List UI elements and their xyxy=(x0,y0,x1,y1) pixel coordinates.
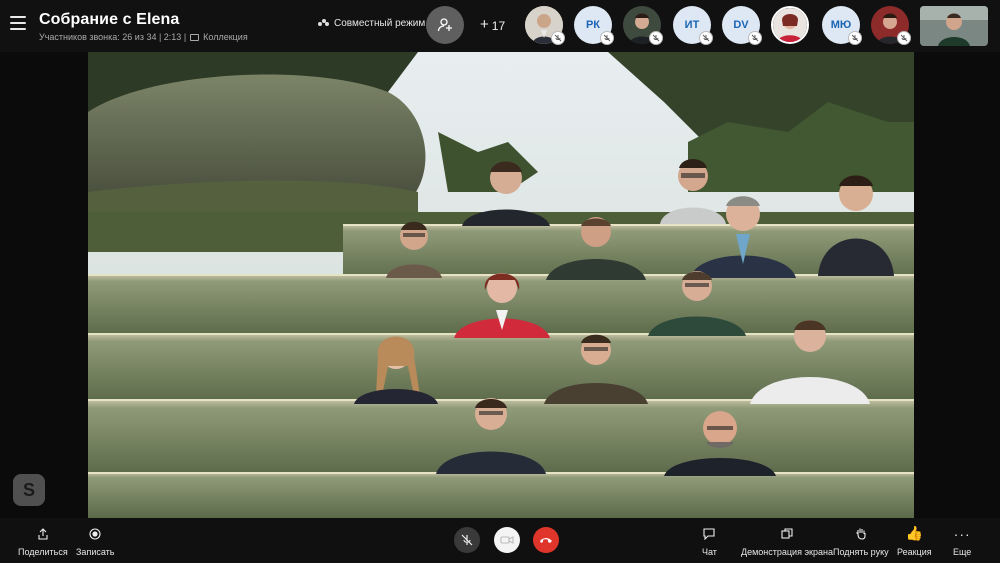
screen-share-button[interactable]: Демонстрация экрана xyxy=(741,526,833,557)
raise-hand-icon xyxy=(855,526,867,541)
camera-button[interactable] xyxy=(494,527,520,553)
mic-off-icon xyxy=(848,31,862,45)
chat-button[interactable]: Чат xyxy=(702,526,717,557)
participant-avatar[interactable]: МЮ xyxy=(822,6,862,45)
more-label: Еще xyxy=(953,547,972,557)
participant-video xyxy=(544,334,648,404)
participant-video xyxy=(750,320,870,404)
mic-off-icon xyxy=(600,31,614,45)
participant-avatar-active[interactable] xyxy=(771,6,809,44)
mic-off-icon xyxy=(699,31,713,45)
participant-avatar[interactable] xyxy=(525,6,565,45)
collection-icon xyxy=(190,33,200,41)
collection-link[interactable]: Коллекция xyxy=(203,32,248,42)
chat-label: Чат xyxy=(702,547,717,557)
camera-icon xyxy=(500,536,514,544)
more-icon: ··· xyxy=(953,525,971,542)
screen-share-icon xyxy=(781,526,793,541)
call-subtitle: Участников звонка: 26 из 34 | 2:13 | Кол… xyxy=(39,32,248,42)
participant-video xyxy=(818,175,894,276)
screen-share-label: Демонстрация экрана xyxy=(741,547,833,557)
mic-off-icon xyxy=(461,534,473,546)
participant-video xyxy=(436,398,546,474)
call-header: Собрание с Elena Участников звонка: 26 и… xyxy=(39,11,248,42)
share-label: Поделиться xyxy=(18,547,68,557)
participant-avatar[interactable] xyxy=(871,6,911,45)
skype-icon: S xyxy=(13,474,45,506)
self-view-preview[interactable] xyxy=(920,6,988,46)
raise-hand-button[interactable]: Поднять руку xyxy=(833,526,889,557)
record-icon xyxy=(89,526,101,541)
top-bar: Собрание с Elena Участников звонка: 26 и… xyxy=(0,0,1000,52)
mic-off-icon xyxy=(748,31,762,45)
thumbs-up-icon: 👍 xyxy=(905,525,924,541)
participant-avatar[interactable]: DV xyxy=(722,6,762,45)
call-title: Собрание с Elena xyxy=(39,11,180,28)
mute-button[interactable] xyxy=(454,527,480,553)
add-people-button[interactable] xyxy=(426,6,464,44)
record-label: Записать xyxy=(76,547,115,557)
more-participants-button[interactable]: + 17 xyxy=(480,16,506,33)
plus-icon: + xyxy=(480,16,489,33)
together-mode-icon xyxy=(318,19,329,28)
together-mode-dropdown[interactable]: Совместный режим ⌄ xyxy=(318,18,442,29)
reaction-button[interactable]: 👍 Реакция xyxy=(897,525,932,557)
participant-video xyxy=(546,217,646,280)
participant-video xyxy=(648,271,746,336)
add-people-icon xyxy=(437,18,452,32)
reaction-label: Реакция xyxy=(897,547,932,557)
participant-video xyxy=(386,221,442,278)
record-button[interactable]: Записать xyxy=(76,526,114,557)
participant-avatar[interactable]: ИТ xyxy=(673,6,713,45)
mic-off-icon xyxy=(649,31,663,45)
together-mode-stage xyxy=(88,52,914,518)
participants-count: Участников звонка: 26 из 34 | 2:13 | xyxy=(39,32,187,42)
hangup-button[interactable] xyxy=(533,527,559,553)
chat-icon xyxy=(703,526,716,541)
share-icon xyxy=(37,526,49,541)
participant-avatar[interactable]: РК xyxy=(574,6,614,45)
participant-avatar[interactable] xyxy=(623,6,663,45)
share-button[interactable]: Поделиться xyxy=(18,526,68,557)
participant-video xyxy=(664,411,776,476)
mic-off-icon xyxy=(897,31,911,45)
mic-off-icon xyxy=(551,31,565,45)
participant-video xyxy=(462,161,550,226)
call-window: Собрание с Elena Участников звонка: 26 и… xyxy=(0,0,1000,563)
call-toolbar: Поделиться Записать Чат Демонстрация экр… xyxy=(0,518,1000,563)
participant-video xyxy=(454,273,550,338)
mode-label: Совместный режим xyxy=(334,18,426,29)
hangup-icon xyxy=(540,538,552,543)
extra-participants-count: 17 xyxy=(491,18,506,33)
more-button[interactable]: ··· Еще xyxy=(953,525,972,558)
raise-hand-label: Поднять руку xyxy=(833,547,889,557)
menu-icon[interactable] xyxy=(10,16,26,30)
participant-video xyxy=(354,336,438,404)
